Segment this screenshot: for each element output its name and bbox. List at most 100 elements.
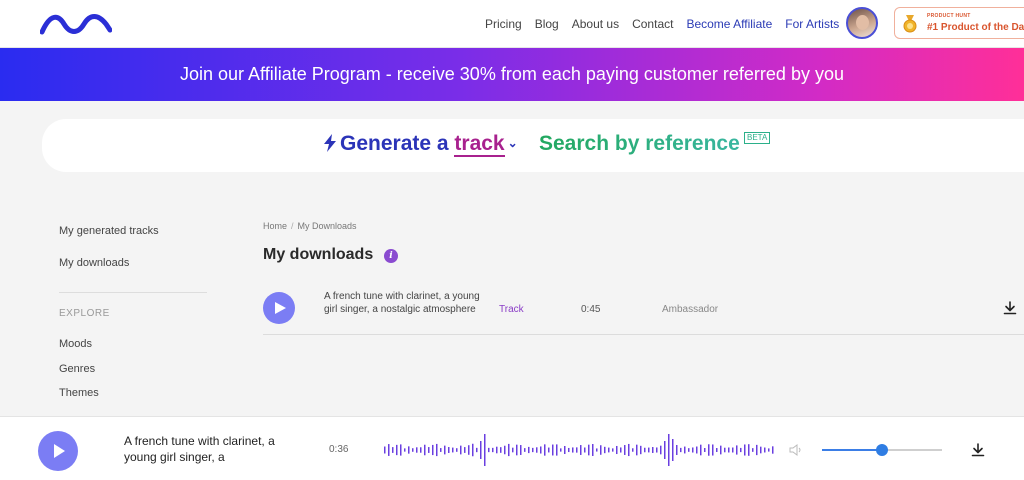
audio-player: A french tune with clarinet, a young gir… <box>0 416 1024 480</box>
explore-heading: EXPLORE <box>59 308 110 319</box>
waveform-bar <box>724 447 726 453</box>
breadcrumb-home[interactable]: Home <box>263 221 287 231</box>
page-title: My downloads <box>263 246 374 263</box>
waveform-bar <box>708 444 710 456</box>
nav-link-pricing[interactable]: Pricing <box>485 17 522 31</box>
waveform-bar <box>412 448 414 452</box>
waveform-bar <box>416 447 418 453</box>
waveform-bar <box>548 447 550 453</box>
waveform-bar <box>556 444 558 456</box>
waveform-bar <box>752 448 754 452</box>
nav-link-about-us[interactable]: About us <box>572 17 619 31</box>
generate-track-tab[interactable]: Generate a track ⌄ <box>323 132 518 157</box>
user-avatar[interactable] <box>846 7 878 39</box>
medal-icon <box>903 15 917 33</box>
waveform-bar <box>644 447 646 453</box>
waveform-bar <box>628 443 630 457</box>
waveform-bar <box>592 444 594 456</box>
waveform-bar <box>616 445 618 455</box>
waveform-bar <box>392 447 394 453</box>
generate-label: Generate a <box>340 132 449 155</box>
waveform-bar <box>424 444 426 456</box>
waveform-bar <box>744 444 746 456</box>
waveform-bar <box>696 446 698 454</box>
waveform-bar <box>484 434 486 466</box>
download-icon[interactable] <box>1003 301 1017 315</box>
waveform-bar <box>732 447 734 453</box>
waveform-bar <box>624 445 626 455</box>
volume-knob[interactable] <box>876 444 888 456</box>
waveform-bar <box>748 444 750 456</box>
waveform-bar <box>408 446 410 454</box>
sidebar-item-my-downloads[interactable]: My downloads <box>59 257 129 269</box>
sidebar-divider <box>59 292 207 293</box>
nav-link-contact[interactable]: Contact <box>632 17 673 31</box>
waveform-bar <box>712 444 714 456</box>
waveform-bar <box>756 444 758 456</box>
waveform-bar <box>676 445 678 455</box>
waveform-bar <box>472 443 474 457</box>
waveform-bar <box>680 447 682 453</box>
waveform-bar <box>444 445 446 455</box>
info-icon[interactable]: i <box>384 249 398 263</box>
player-track-title: A french tune with clarinet, a young gir… <box>124 434 275 464</box>
waveform-bar <box>480 441 482 459</box>
waveform-bar <box>740 447 742 453</box>
waveform-bar <box>688 448 690 452</box>
waveform-bar <box>508 443 510 457</box>
waveform-bar <box>736 445 738 455</box>
waveform-bar <box>544 444 546 456</box>
waveform-bar <box>384 446 386 454</box>
breadcrumb: Home / My Downloads <box>263 221 357 231</box>
play-icon[interactable] <box>38 431 78 471</box>
product-hunt-badge[interactable]: PRODUCT HUNT #1 Product of the Day <box>894 7 1024 39</box>
waveform-bar <box>620 447 622 453</box>
volume-icon[interactable] <box>789 444 803 456</box>
sidebar-item-my-generated-tracks[interactable]: My generated tracks <box>59 225 159 237</box>
nav-link-for-artists[interactable]: For Artists <box>785 17 839 31</box>
waveform-bar <box>404 448 406 452</box>
badge-title: #1 Product of the Day <box>927 22 1024 33</box>
waveform-bar <box>636 444 638 456</box>
waveform-bar <box>564 445 566 455</box>
waveform-bar <box>492 447 494 453</box>
waveform-bar <box>496 446 498 454</box>
logo-wave-icon[interactable] <box>40 10 112 36</box>
waveform-bar <box>604 446 606 454</box>
waveform-bar <box>476 447 478 453</box>
waveform[interactable] <box>383 433 775 467</box>
waveform-bar <box>664 441 666 459</box>
chevron-down-icon[interactable]: ⌄ <box>508 136 518 150</box>
sidebar-item-moods[interactable]: Moods <box>59 338 92 350</box>
waveform-bar <box>612 448 614 452</box>
waveform-bar <box>428 447 430 453</box>
nav-link-blog[interactable]: Blog <box>535 17 559 31</box>
affiliate-banner[interactable]: Join our Affiliate Program - receive 30%… <box>0 48 1024 101</box>
waveform-bar <box>772 446 774 454</box>
play-icon[interactable] <box>263 292 295 324</box>
waveform-bar <box>568 447 570 453</box>
waveform-bar <box>500 447 502 453</box>
table-row: A french tune with clarinet, a young gir… <box>263 284 1024 335</box>
waveform-bar <box>584 447 586 453</box>
top-navigation: Pricing Blog About us Contact Become Aff… <box>0 0 1024 48</box>
player-time: 0:36 <box>329 444 349 455</box>
beta-badge: BETA <box>744 132 771 144</box>
waveform-bar <box>520 445 522 455</box>
waveform-bar <box>684 446 686 454</box>
waveform-bar <box>504 445 506 455</box>
search-by-reference-tab[interactable]: Search by reference <box>539 132 740 156</box>
waveform-bar <box>420 447 422 453</box>
waveform-bar <box>512 447 514 453</box>
sidebar-item-themes[interactable]: Themes <box>59 387 99 399</box>
waveform-bar <box>432 444 434 456</box>
sidebar-item-genres[interactable]: Genres <box>59 363 95 375</box>
nav-link-become-affiliate[interactable]: Become Affiliate <box>686 17 772 31</box>
waveform-bar <box>532 447 534 453</box>
download-icon[interactable] <box>971 443 985 457</box>
bolt-icon <box>324 134 336 152</box>
waveform-bar <box>572 447 574 453</box>
waveform-bar <box>692 447 694 453</box>
track-description: A french tune with clarinet, a young gir… <box>324 291 480 315</box>
volume-slider[interactable] <box>822 444 942 456</box>
